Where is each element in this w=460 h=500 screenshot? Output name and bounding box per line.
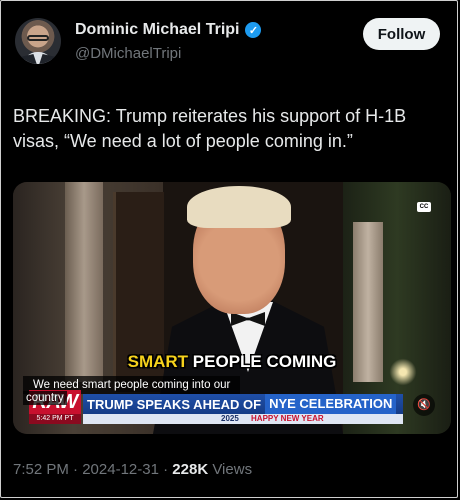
tweet-text: BREAKING: Trump reiterates his support o… — [13, 106, 407, 151]
meta-separator: · — [158, 461, 173, 478]
speaker-hair — [187, 186, 291, 228]
ticker-year: 2025 — [221, 414, 239, 423]
tweet-meta: 7:52 PM · 2024-12-31 · 228K Views — [13, 461, 252, 478]
speaker-muted-icon[interactable]: 🔇 — [413, 394, 435, 416]
author-handle[interactable]: @DMichaelTripi — [75, 45, 181, 62]
ticker-text: HAPPY NEW YEAR — [251, 414, 324, 423]
subtitle-line-2: country — [23, 391, 67, 405]
meta-separator: · — [68, 461, 83, 478]
views-label: Views — [208, 461, 253, 478]
headline-part-1: TRUMP SPEAKS AHEAD OF — [87, 396, 262, 412]
caption-rest: PEOPLE COMING — [188, 352, 337, 371]
news-headline-bar: TRUMP SPEAKS AHEAD OF NYE CELEBRATION — [83, 394, 403, 414]
broadcast-time: 5:42 PM PT — [29, 414, 81, 424]
avatar-glasses — [27, 35, 49, 41]
tweet-card: Dominic Michael Tripi ✓ @DMichaelTripi F… — [0, 0, 458, 498]
verified-badge-icon: ✓ — [245, 22, 262, 38]
video-caption: SMART PEOPLE COMING — [13, 352, 451, 372]
video-player[interactable]: CC SMART PEOPLE COMING We need smart peo… — [13, 182, 451, 434]
avatar[interactable] — [15, 18, 61, 64]
tweet-time[interactable]: 7:52 PM — [13, 461, 69, 478]
author-name-row: Dominic Michael Tripi ✓ — [75, 21, 262, 39]
news-ticker: 2025 HAPPY NEW YEAR — [83, 414, 403, 424]
author-name[interactable]: Dominic Michael Tripi — [75, 21, 239, 39]
caption-highlight: SMART — [127, 352, 189, 371]
closed-captions-button[interactable]: CC — [417, 202, 431, 212]
headline-part-2: NYE CELEBRATION — [265, 394, 397, 414]
follow-button[interactable]: Follow — [363, 18, 440, 50]
views-count: 228K — [172, 461, 209, 478]
tweet-date[interactable]: 2024-12-31 — [82, 461, 159, 478]
